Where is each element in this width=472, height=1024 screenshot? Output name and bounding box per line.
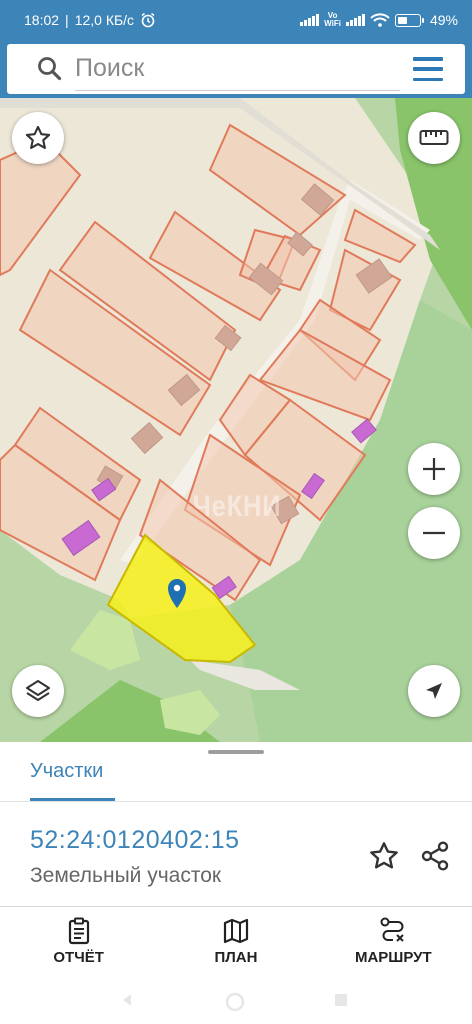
cellular-signal-2-icon [345, 14, 365, 26]
status-left: 18:02 | 12,0 КБ/с [24, 12, 156, 28]
star-outline-icon [25, 125, 51, 149]
battery-icon [394, 13, 424, 27]
status-bar: 18:02 | 12,0 КБ/с Vo WiFi 49% [0, 0, 472, 40]
map-plan-icon [223, 918, 249, 944]
cadastral-number[interactable]: 52:24:0120402:15 [30, 826, 240, 855]
minus-icon [423, 531, 445, 535]
route-button[interactable]: МАРШРУТ [315, 914, 472, 974]
layers-button[interactable] [12, 665, 64, 717]
bottom-sheet: Участки 52:24:0120402:15 Земельный участ… [0, 742, 472, 982]
plan-label: ПЛАН [214, 949, 258, 966]
parcel-type: Земельный участок [30, 864, 222, 887]
vowifi-label: Vo WiFi [324, 11, 341, 28]
search-bar [7, 44, 465, 94]
favorites-map-button[interactable] [12, 112, 64, 164]
report-label: ОТЧЁТ [53, 949, 104, 966]
my-location-button[interactable] [408, 665, 460, 717]
navigation-arrow-icon [426, 683, 442, 699]
map-watermark: ЧеКНИ [192, 490, 282, 523]
action-bar: ОТЧЁТ ПЛАН МАРШРУТ [0, 914, 472, 974]
zoom-out-button[interactable] [408, 507, 460, 559]
recents-icon[interactable] [332, 991, 350, 1009]
map-canvas[interactable] [0, 98, 472, 742]
ruler-icon [419, 130, 449, 145]
status-time: 18:02 [24, 12, 60, 28]
report-icon [68, 917, 89, 945]
status-speed: 12,0 КБ/с [74, 12, 135, 28]
hamburger-menu-icon[interactable] [413, 57, 443, 81]
layers-icon [26, 680, 50, 701]
back-icon[interactable] [118, 991, 136, 1009]
route-label: МАРШРУТ [354, 949, 432, 966]
search-input[interactable] [75, 47, 400, 91]
ruler-button[interactable] [408, 112, 460, 164]
plus-icon [423, 458, 445, 480]
tab-parcels[interactable]: Участки [30, 760, 103, 783]
route-icon [380, 917, 405, 942]
tab-divider [0, 801, 472, 802]
share-icon[interactable] [419, 840, 451, 872]
zoom-in-button[interactable] [408, 443, 460, 495]
search-icon[interactable] [35, 54, 65, 84]
report-button[interactable]: ОТЧЁТ [0, 914, 157, 974]
battery-percent: 49% [429, 12, 458, 28]
sheet-drag-handle[interactable] [208, 750, 264, 754]
status-separator: | [65, 12, 69, 28]
cellular-signal-icon [300, 14, 320, 26]
sheet-divider [0, 906, 472, 907]
plan-button[interactable]: ПЛАН [157, 914, 314, 974]
system-nav-bar [0, 982, 472, 1024]
favorite-star-icon[interactable] [368, 840, 400, 872]
alarm-icon [141, 12, 155, 28]
map-view[interactable]: ЧеКНИ [0, 98, 472, 742]
home-icon[interactable] [224, 991, 246, 1013]
wifi-icon [370, 13, 390, 27]
status-right: Vo WiFi 49% [300, 12, 458, 28]
